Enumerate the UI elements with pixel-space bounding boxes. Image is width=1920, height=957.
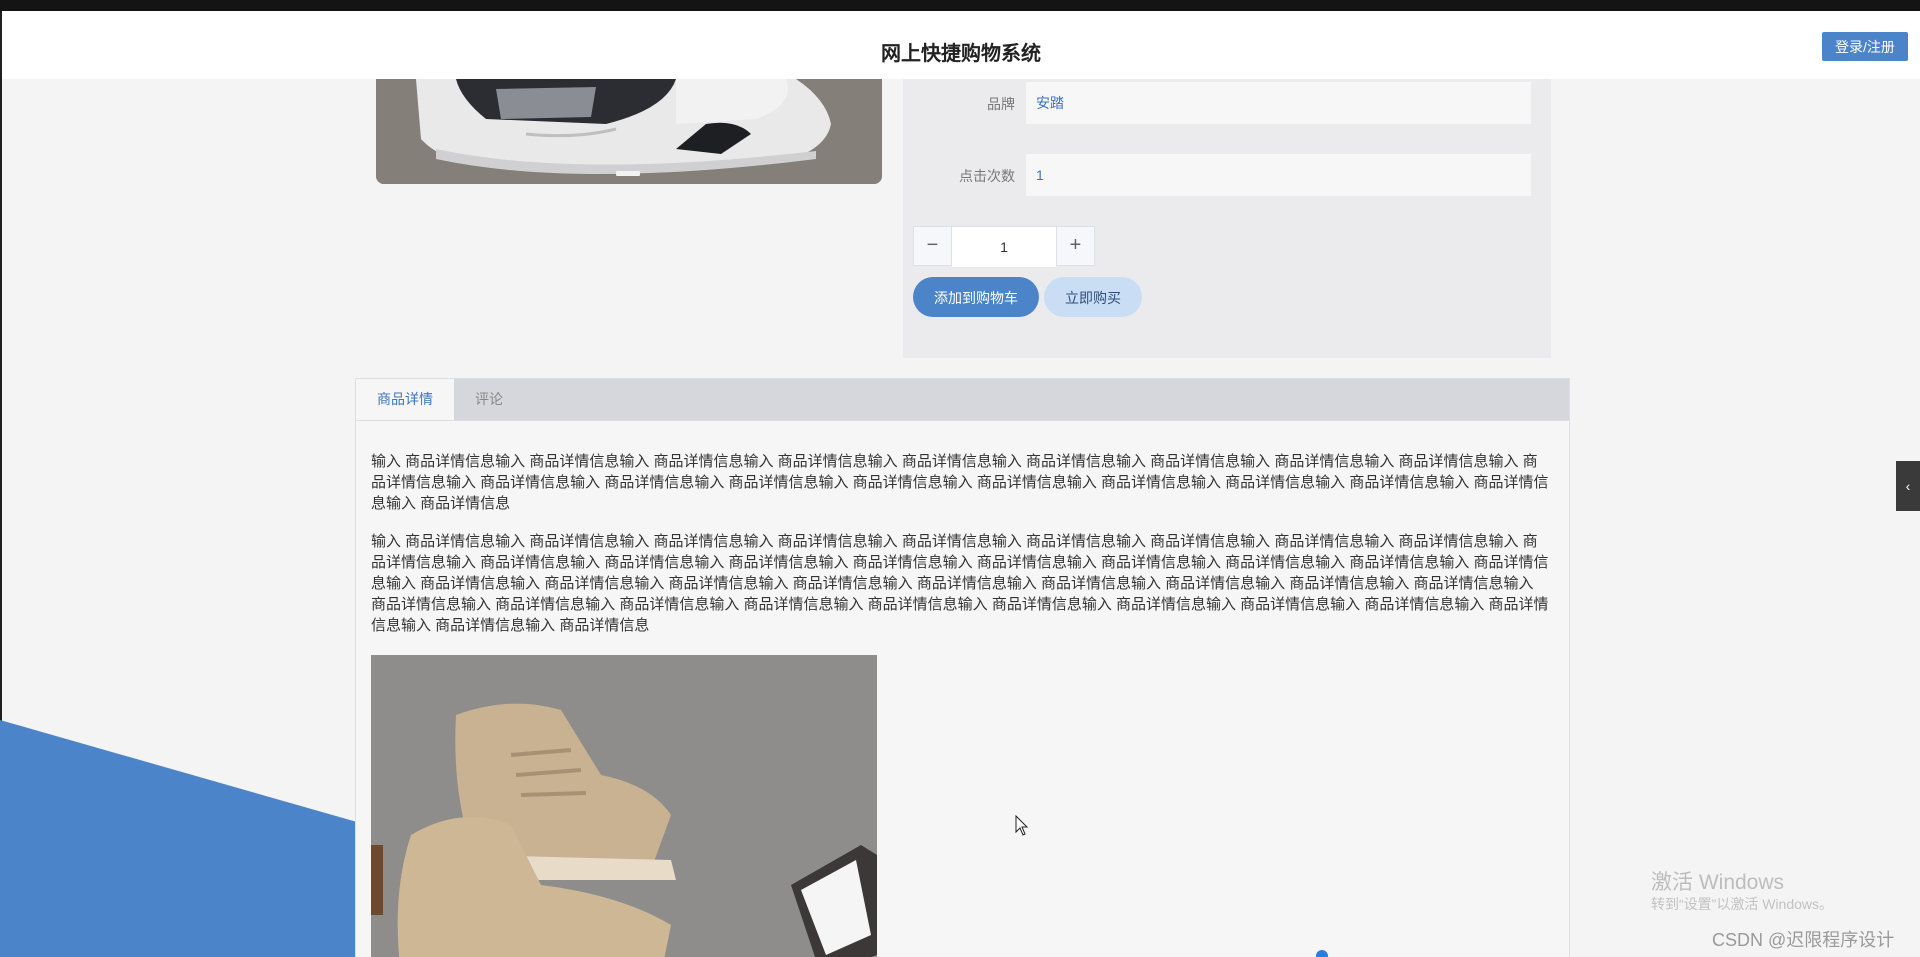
tab-product-detail[interactable]: 商品详情 (356, 379, 454, 420)
product-tabs: 商品详情 评论 输入 商品详情信息输入 商品详情信息输入 商品详情信息输入 商品… (355, 378, 1570, 957)
windows-activation-subtitle: 转到“设置”以激活 Windows。 (1651, 896, 1834, 912)
site-title: 网上快捷购物系统 (881, 43, 1041, 65)
site-header: 网上快捷购物系统 登录/注册 (2, 11, 1920, 79)
info-row-clicks: 点击次数 1 (903, 154, 1551, 196)
window-top-strip (0, 0, 1920, 11)
chevron-left-icon[interactable]: ‹ (1896, 461, 1920, 511)
login-register-button[interactable]: 登录/注册 (1822, 32, 1908, 61)
clicks-value: 1 (1026, 154, 1531, 196)
info-row-brand: 品牌 安踏 (903, 82, 1551, 124)
plus-icon[interactable]: + (1056, 227, 1094, 265)
csdn-watermark: CSDN @迟限程序设计 (1712, 930, 1895, 950)
tab-comments[interactable]: 评论 (454, 379, 524, 420)
brand-value: 安踏 (1026, 82, 1531, 124)
add-to-cart-button[interactable]: 添加到购物车 (913, 277, 1039, 317)
carousel-indicator[interactable] (616, 171, 640, 176)
sneaker-image (376, 79, 882, 184)
product-detail-content: 输入 商品详情信息输入 商品详情信息输入 商品详情信息输入 商品详情信息输入 商… (371, 451, 1551, 653)
clicks-label: 点击次数 (959, 168, 1015, 184)
detail-paragraph: 输入 商品详情信息输入 商品详情信息输入 商品详情信息输入 商品详情信息输入 商… (371, 453, 1549, 512)
detail-paragraph: 输入 商品详情信息输入 商品详情信息输入 商品详情信息输入 商品详情信息输入 商… (371, 533, 1549, 634)
tab-bar: 商品详情 评论 (356, 379, 1569, 421)
windows-activation-title: 激活 Windows (1651, 871, 1785, 894)
mouse-cursor-icon (1015, 815, 1029, 836)
minus-icon[interactable]: − (914, 227, 952, 265)
product-info-panel: 品牌 安踏 点击次数 1 − + 添加到购物车 立即购买 (903, 79, 1551, 358)
buy-now-button[interactable]: 立即购买 (1044, 277, 1142, 317)
brand-label: 品牌 (987, 96, 1015, 112)
scroll-indicator-dot (1316, 950, 1328, 957)
quantity-input[interactable] (952, 227, 1056, 267)
quantity-stepper: − + (913, 226, 1095, 267)
product-image-carousel[interactable] (376, 79, 882, 184)
detail-boots-image (371, 655, 877, 957)
